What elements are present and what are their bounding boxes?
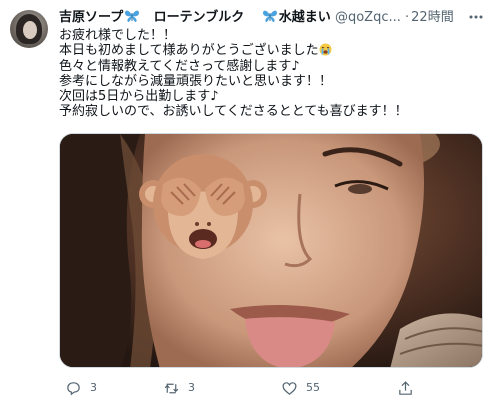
butterfly-icon — [125, 10, 140, 22]
like-count: 55 — [306, 381, 320, 394]
reply-count: 3 — [90, 381, 97, 394]
tweet-actions: 3 3 55 — [59, 378, 459, 398]
tweet-line-6: 予約寂しいので、お誘いしてくださるととても喜びます！！ — [59, 104, 408, 120]
tweet-line-2: 本日も初めまして様ありがとうございました — [59, 43, 319, 59]
author-handle[interactable]: @qoZqc... — [335, 10, 401, 25]
avatar[interactable] — [10, 10, 48, 48]
more-options-icon[interactable] — [467, 8, 485, 26]
retweet-icon — [164, 383, 179, 393]
avatar-face — [23, 21, 37, 39]
tweet-header: 吉原ソープ ローテンブルク 水越まい @qoZqc... · 22時間 — [59, 8, 489, 28]
tweet-line-4: 参考にしながら減量頑張りたいと思います！！ — [59, 73, 333, 89]
reply-button[interactable]: 3 — [65, 378, 97, 398]
loudly-crying-face-icon — [319, 43, 332, 56]
share-button[interactable] — [397, 378, 414, 398]
author-name-end[interactable]: 水越まい — [279, 10, 331, 25]
reply-icon — [67, 381, 80, 395]
separator-dot: · — [405, 10, 410, 25]
retweet-button[interactable]: 3 — [163, 378, 195, 398]
author-name-mid[interactable]: ローテンブルク — [154, 10, 245, 25]
tweet-photo[interactable] — [59, 133, 483, 368]
like-button[interactable]: 55 — [281, 378, 320, 398]
photo-content — [60, 134, 482, 367]
author-name[interactable]: 吉原ソープ — [59, 10, 123, 25]
tweet-line-1: お疲れ様でした！！ — [59, 28, 177, 43]
heart-icon — [282, 381, 297, 395]
butterfly-icon — [262, 10, 277, 22]
tweet-text: お疲れ様でした！！ 本日も初めまして様ありがとうございました 色々と情報教えてく… — [59, 28, 484, 120]
timestamp[interactable]: 22時間 — [411, 10, 454, 25]
tweet-card[interactable]: 吉原ソープ ローテンブルク 水越まい @qoZqc... · 22時間 お疲れ様で… — [0, 0, 493, 402]
tweet-line-5: 次回は5日から出勤します♪ — [59, 89, 219, 105]
share-icon — [399, 380, 412, 395]
retweet-count: 3 — [188, 381, 195, 394]
tweet-line-3: 色々と情報教えてくださって感謝します♪ — [59, 58, 300, 74]
